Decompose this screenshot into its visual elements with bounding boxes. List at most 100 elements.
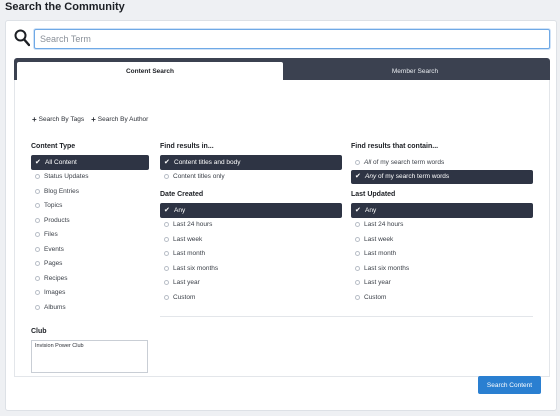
- date-created-option-label: Custom: [173, 293, 196, 301]
- content-type-option-label: Albums: [44, 303, 66, 311]
- radio-icon: [164, 251, 169, 257]
- last-updated-option[interactable]: Last 24 hours: [351, 218, 533, 233]
- plus-icon: +: [32, 114, 37, 124]
- content-type-option[interactable]: Images: [31, 286, 149, 301]
- content-type-option[interactable]: Blog Entries: [31, 184, 149, 199]
- search-links: + Search By Tags + Search By Author: [32, 114, 149, 124]
- search-input[interactable]: [34, 29, 550, 49]
- date-created-option-label: Last 24 hours: [173, 221, 213, 229]
- content-type-option[interactable]: Topics: [31, 199, 149, 214]
- check-icon: ✔: [355, 173, 361, 181]
- content-type-option[interactable]: Status Updates: [31, 170, 149, 185]
- search-by-author-link[interactable]: + Search By Author: [91, 114, 149, 124]
- content-type-option[interactable]: Files: [31, 228, 149, 243]
- date-created-option[interactable]: Last 24 hours: [160, 218, 342, 233]
- last-updated-option[interactable]: Last week: [351, 232, 533, 247]
- content-type-option-label: Pages: [44, 260, 63, 268]
- last-updated-option-label: Last week: [364, 235, 394, 243]
- date-created-option[interactable]: Last month: [160, 247, 342, 262]
- radio-icon: [355, 159, 360, 165]
- radio-icon: [164, 265, 169, 271]
- content-type-option[interactable]: Recipes: [31, 271, 149, 286]
- find-contain-option[interactable]: ✔ Any of my search term words: [351, 169, 533, 184]
- content-type-option-label: Recipes: [44, 274, 68, 282]
- content-type-option[interactable]: Albums: [31, 300, 149, 315]
- search-content-button[interactable]: Search Content: [478, 376, 541, 394]
- find-in-section: Find results in... ✔ Content titles and b…: [160, 142, 342, 305]
- radio-icon: [164, 294, 169, 300]
- date-created-list: ✔ Any Last 24 hours Last week Last month Last…: [160, 203, 342, 305]
- find-in-title: Find results in...: [160, 143, 214, 150]
- radio-icon: [35, 232, 40, 238]
- content-type-option[interactable]: Pages: [31, 257, 149, 272]
- date-created-option-label: Last month: [173, 250, 206, 258]
- last-updated-list: ✔ Any Last 24 hours Last week Last month Last…: [351, 203, 533, 305]
- check-icon: ✔: [355, 206, 361, 214]
- option-rest-text: of my search term words: [371, 158, 445, 166]
- content-type-title: Content Type: [31, 143, 76, 150]
- club-title: Club: [31, 327, 47, 335]
- radio-icon: [35, 217, 40, 223]
- radio-icon: [164, 280, 169, 286]
- content-type-option-label: Blog Entries: [44, 187, 80, 195]
- content-type-option[interactable]: Events: [31, 242, 149, 257]
- content-type-option[interactable]: ✔ All Content: [31, 155, 149, 170]
- content-type-option-label: Files: [44, 231, 58, 239]
- radio-icon: [355, 251, 360, 257]
- search-by-tags-label: Search By Tags: [38, 116, 85, 123]
- option-rest-text: of my search term words: [376, 173, 450, 181]
- content-type-list: ✔ All Content Status Updates Blog Entries To…: [31, 155, 149, 315]
- content-type-option-label: Products: [44, 216, 70, 224]
- date-created-option[interactable]: Last six months: [160, 261, 342, 276]
- tab-content-search[interactable]: Content Search: [17, 62, 283, 80]
- radio-icon: [355, 265, 360, 271]
- page-title: Search the Community: [5, 1, 125, 13]
- club-option[interactable]: Invision Power Club: [35, 343, 144, 349]
- last-updated-option[interactable]: ✔ Any: [351, 203, 533, 218]
- radio-icon: [35, 304, 40, 310]
- last-updated-option-label: Last 24 hours: [364, 221, 404, 229]
- last-updated-option-label: Custom: [364, 293, 387, 301]
- last-updated-option[interactable]: Custom: [351, 290, 533, 305]
- find-in-option-label: Content titles and body: [174, 158, 241, 166]
- radio-icon: [164, 222, 169, 228]
- last-updated-option[interactable]: Last year: [351, 276, 533, 291]
- date-created-option[interactable]: Last week: [160, 232, 342, 247]
- search-by-author-label: Search By Author: [97, 116, 149, 123]
- radio-icon: [35, 290, 40, 296]
- find-contain-section: Find results that contain... All of my s…: [351, 142, 533, 305]
- plus-icon: +: [91, 114, 96, 124]
- date-created-option-label: Last six months: [173, 264, 219, 272]
- date-created-option[interactable]: Last year: [160, 276, 342, 291]
- radio-icon: [164, 174, 169, 180]
- search-panel: Content Search Member Search + Search By…: [5, 20, 557, 411]
- date-created-option[interactable]: ✔ Any: [160, 203, 342, 218]
- find-in-option-label: Content titles only: [173, 173, 225, 181]
- find-in-option[interactable]: Content titles only: [160, 170, 342, 185]
- content-type-option[interactable]: Products: [31, 213, 149, 228]
- radio-icon: [164, 236, 169, 242]
- date-created-option-label: Last year: [173, 279, 200, 287]
- date-created-option[interactable]: Custom: [160, 290, 342, 305]
- find-contain-option[interactable]: All of my search term words: [351, 155, 533, 170]
- search-by-tags-link[interactable]: + Search By Tags: [32, 114, 85, 124]
- tab-member-search[interactable]: Member Search: [283, 62, 547, 80]
- content-search-body: + Search By Tags + Search By Author Cont…: [14, 80, 550, 377]
- radio-icon: [35, 188, 40, 194]
- find-in-list: ✔ Content titles and body Content titles o…: [160, 155, 342, 184]
- radio-icon: [35, 203, 40, 209]
- last-updated-option-label: Last six months: [364, 264, 410, 272]
- last-updated-option[interactable]: Last month: [351, 247, 533, 262]
- club-select[interactable]: Invision Power Club: [31, 339, 148, 373]
- radio-icon: [35, 246, 40, 252]
- last-updated-option-label: Last month: [364, 250, 397, 258]
- find-contain-option-label: All of my search term words: [364, 159, 444, 166]
- radio-icon: [355, 280, 360, 286]
- find-in-option[interactable]: ✔ Content titles and body: [160, 155, 342, 170]
- last-updated-title: Last Updated: [351, 191, 396, 198]
- radio-icon: [355, 294, 360, 300]
- date-created-option-label: Last week: [173, 235, 203, 243]
- last-updated-option[interactable]: Last six months: [351, 261, 533, 276]
- content-type-option-label: Images: [44, 289, 66, 297]
- date-created-title: Date Created: [160, 191, 204, 198]
